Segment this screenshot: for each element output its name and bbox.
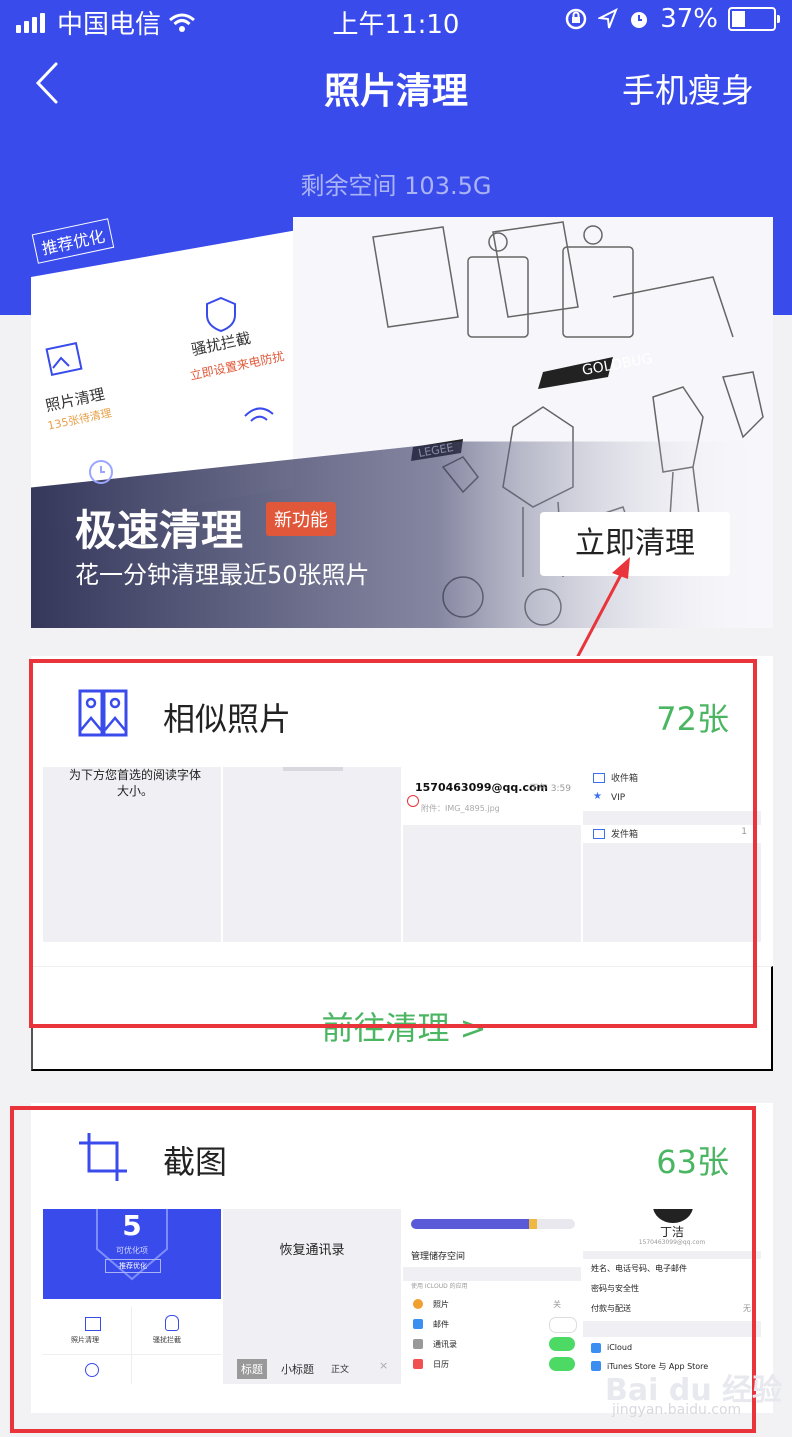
photo-clean-mini-icon	[45, 342, 83, 377]
battery-icon	[728, 7, 780, 31]
wifi-mini-icon	[244, 407, 274, 422]
alarm-icon	[631, 12, 648, 28]
highlight-box-similar	[29, 659, 757, 1028]
status-bar: 中国电信 上午11:10 37%	[0, 0, 792, 40]
battery-percent: 37%	[660, 4, 718, 34]
shield-mini-icon	[206, 296, 236, 333]
status-right: 37%	[564, 4, 780, 34]
remaining-space-text: 剩余空间 103.5G	[300, 172, 492, 200]
new-feature-badge: 新功能	[266, 502, 336, 536]
rotation-lock-icon	[565, 8, 587, 30]
phone-slimming-link[interactable]: 手机瘦身	[622, 64, 754, 112]
banner-title: 极速清理	[75, 506, 244, 555]
banner-subtitle: 花一分钟清理最近50张照片	[75, 561, 370, 589]
navigation-bar: 照片清理 手机瘦身	[0, 50, 792, 120]
location-arrow-icon	[598, 8, 619, 29]
baidu-watermark-url: jingyan.baidu.com	[612, 1402, 742, 1418]
alarm-mini-icon	[89, 460, 113, 484]
